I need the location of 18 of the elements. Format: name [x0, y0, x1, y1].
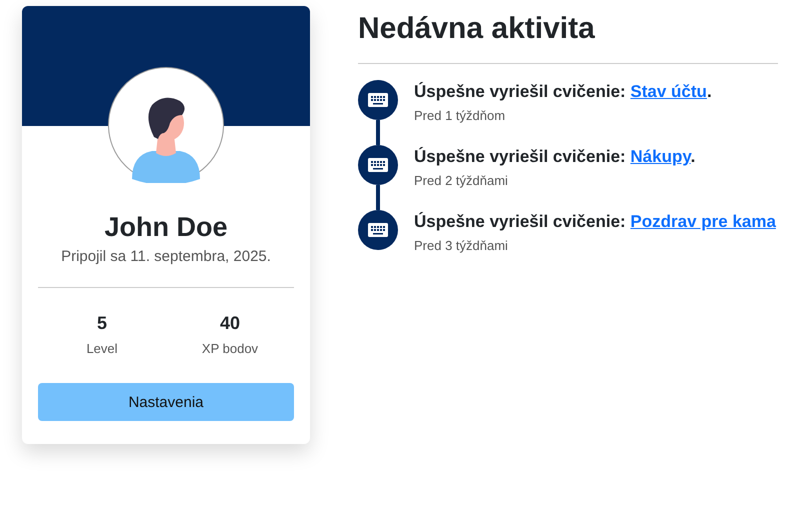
stat-value: 5 — [96, 313, 107, 334]
exercise-link[interactable]: Nákupy — [630, 147, 691, 166]
avatar-icon — [108, 67, 224, 183]
stat-value: 40 — [220, 313, 240, 334]
activity-time: Pred 2 týždňami — [414, 173, 509, 188]
activity-text: Úspešne vyriešil cvičenie: Nákupy. — [414, 147, 696, 167]
settings-button[interactable]: Nastavenia — [38, 383, 294, 421]
activity-text: Úspešne vyriešil cvičenie: Pozdrav pre kama — [414, 212, 776, 232]
stat-label: Level — [86, 341, 118, 356]
section-heading: Nedávna aktivita — [358, 12, 596, 46]
activity-time: Pred 3 týždňami — [414, 238, 509, 253]
user-name: John Doe — [104, 212, 228, 243]
exercise-link[interactable]: Pozdrav pre kama — [630, 212, 776, 231]
activity-time: Pred 1 týždňom — [414, 108, 506, 123]
joined-date: Pripojil sa 11. septembra, 2025. — [61, 248, 271, 265]
stat-label: XP bodov — [202, 341, 258, 356]
activity-text: Úspešne vyriešil cvičenie: Stav účtu. — [414, 82, 712, 102]
exercise-link[interactable]: Stav účtu — [630, 82, 707, 101]
